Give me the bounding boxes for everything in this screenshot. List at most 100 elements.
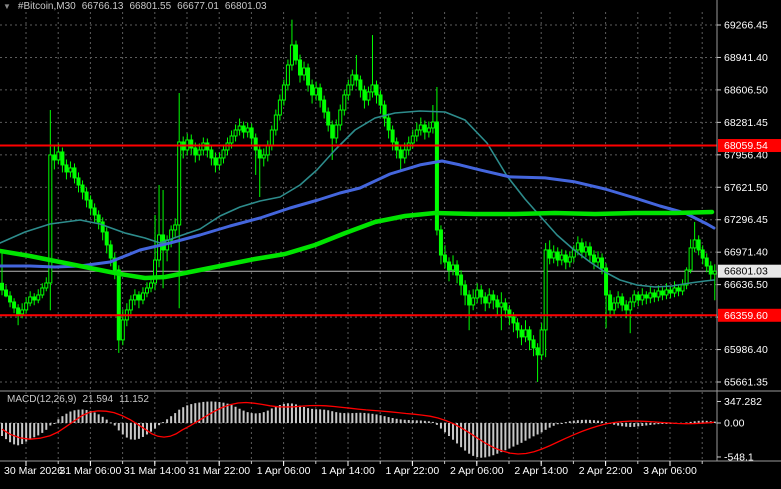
macd-bar: [411, 420, 414, 423]
macd-bar: [419, 420, 422, 423]
candle-body: [676, 287, 681, 292]
candle-body: [587, 246, 592, 256]
candle-body: [136, 294, 141, 301]
candle-body: [245, 127, 250, 133]
candle-body: [386, 117, 391, 131]
candle-body: [177, 141, 182, 226]
candle-body: [36, 294, 41, 301]
macd-bar: [69, 411, 72, 423]
candle-body: [575, 242, 580, 251]
macd-bar: [576, 420, 579, 423]
candle-body: [96, 214, 101, 223]
macd-bar: [693, 421, 696, 423]
chart-menu-icon[interactable]: ▼: [3, 2, 11, 11]
candle-body: [281, 84, 286, 101]
macd-bar: [407, 420, 410, 423]
candle-body: [100, 221, 105, 233]
candle-body: [563, 254, 568, 263]
macd-bar: [343, 413, 346, 423]
macd-bar: [548, 423, 551, 428]
candle-body: [338, 109, 343, 126]
candle-body: [84, 191, 89, 201]
macd-main-value: 21.594: [82, 394, 114, 405]
candle-body: [374, 84, 379, 96]
candle-body: [80, 184, 85, 193]
candle-body: [40, 287, 45, 296]
macd-bar: [37, 423, 40, 436]
level-price-box-label: 68059.54: [724, 140, 768, 152]
candle-body: [48, 154, 53, 284]
macd-bar: [323, 409, 326, 423]
quote-high: 66801.55: [129, 1, 172, 12]
candle-body: [209, 149, 214, 159]
macd-bar: [278, 405, 281, 423]
time-axis-label: 1 Apr 14:00: [321, 465, 375, 477]
candle-body: [426, 127, 431, 133]
candle-body: [140, 292, 145, 301]
candle-body: [624, 304, 629, 311]
macd-bar: [584, 419, 587, 423]
macd-bar: [588, 419, 591, 423]
macd-bar: [307, 408, 310, 423]
macd-bar: [162, 422, 165, 424]
candle-body: [16, 307, 21, 315]
price-axis-label: 67621.50: [724, 182, 768, 194]
macd-bar: [45, 423, 48, 430]
candle-body: [285, 64, 290, 86]
candle-body: [446, 261, 451, 271]
macd-bar: [484, 423, 487, 458]
candle-body: [277, 99, 282, 116]
macd-bar: [363, 412, 366, 423]
macd-bar: [697, 420, 700, 423]
candle-body: [442, 254, 447, 263]
candle-body: [398, 149, 403, 159]
candle-body: [418, 124, 423, 131]
macd-bar: [186, 405, 189, 423]
macd-bar: [355, 412, 358, 423]
candle-body: [608, 294, 613, 311]
time-axis-label: 2 Apr 06:00: [450, 465, 504, 477]
macd-bar: [439, 423, 442, 429]
macd-bar: [319, 409, 322, 423]
macd-bar: [689, 421, 692, 423]
candle-body: [455, 264, 460, 276]
chart-canvas[interactable]: 69266.4568941.4068606.5068281.4567956.40…: [0, 0, 781, 489]
candle-body: [531, 339, 536, 349]
candle-body: [692, 239, 697, 249]
macd-bar: [41, 423, 44, 433]
macd-bar: [17, 423, 20, 446]
macd-bar: [621, 423, 624, 427]
macd-bar: [472, 423, 475, 456]
candle-body: [213, 157, 218, 166]
macd-bar: [234, 406, 237, 423]
macd-bar: [101, 416, 104, 423]
candle-body: [660, 290, 665, 296]
candle-body: [680, 284, 685, 292]
macd-bar: [468, 423, 471, 454]
macd-bar: [649, 423, 652, 425]
candle-body: [0, 282, 4, 291]
candle-body: [358, 79, 363, 91]
candle-body: [157, 234, 162, 261]
candle-body: [378, 94, 383, 106]
candle-body: [479, 289, 484, 298]
macd-bar: [657, 423, 660, 425]
macd-bar: [85, 409, 88, 423]
candle-body: [668, 289, 673, 294]
macd-bar: [552, 423, 555, 426]
candle-body: [88, 199, 93, 209]
macd-bar: [536, 423, 539, 435]
panel-resize-handle[interactable]: [0, 388, 781, 394]
candle-body: [72, 167, 77, 179]
trading-chart-window: 69266.45 68941.40 68606.50 68281.45 67956.40…: [0, 0, 781, 489]
candle-body: [503, 302, 508, 311]
macd-bar: [339, 412, 342, 423]
macd-bar: [387, 417, 390, 423]
quote-low: 66677.01: [177, 1, 219, 12]
candle-body: [249, 127, 254, 139]
macd-bar: [460, 423, 463, 448]
macd-bar: [286, 403, 289, 423]
macd-bar: [564, 422, 567, 424]
macd-indicator-label: MACD(12,26,9) 21.594 11.152: [7, 394, 149, 405]
candle-body: [414, 129, 419, 137]
